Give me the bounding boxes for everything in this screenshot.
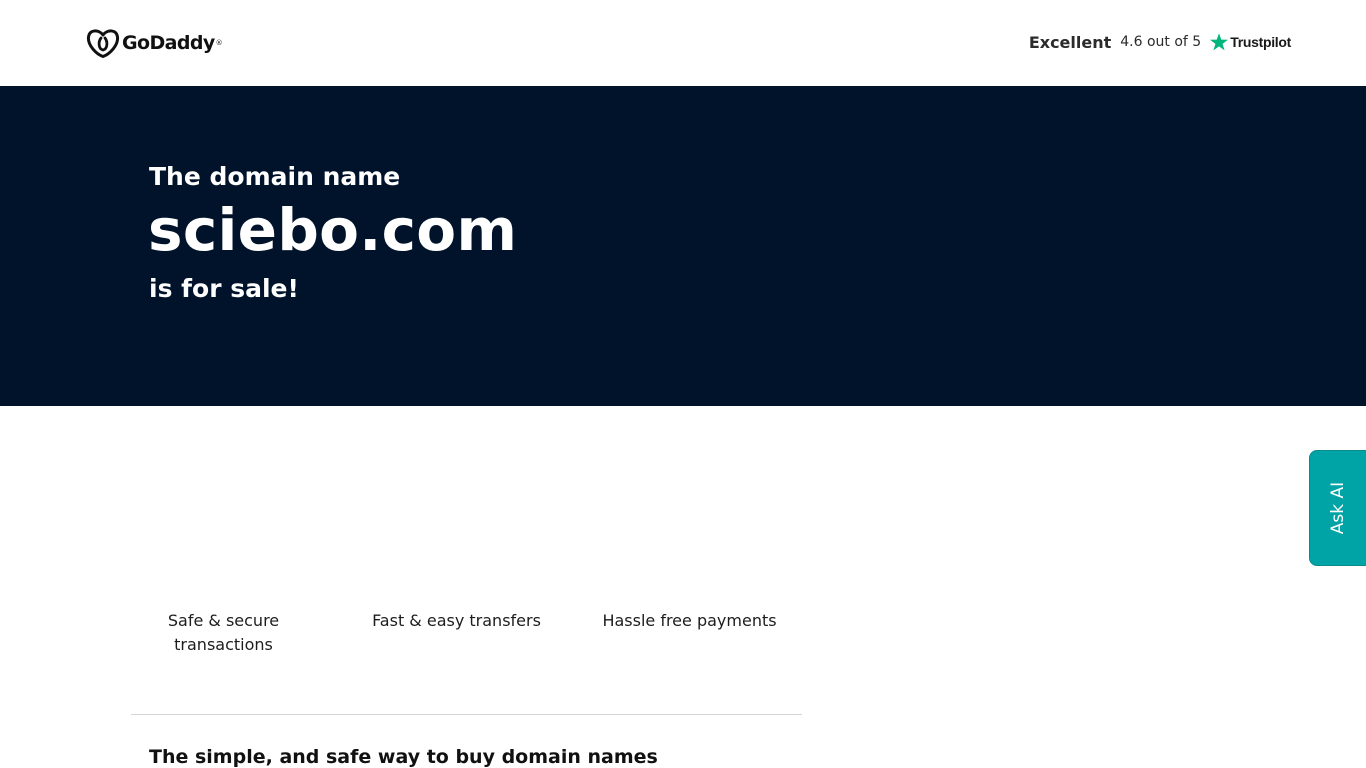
info-heading: The simple, and safe way to buy domain n… xyxy=(149,746,658,768)
domain-name-title: sciebo.com xyxy=(148,196,518,264)
rating-label: Excellent xyxy=(1028,32,1112,52)
ask-ai-label: Ask AI xyxy=(1328,481,1348,535)
trustpilot-logo: Trustpilot xyxy=(1209,32,1291,52)
feature-hassle-free-payments: Hassle free payments xyxy=(602,611,777,630)
rating-score: 4.6 out of 5 xyxy=(1120,34,1202,50)
trustpilot-rating[interactable]: Excellent 4.6 out of 5 Trustpilot xyxy=(1029,30,1291,54)
godaddy-logo-icon xyxy=(86,29,120,58)
feature-list: Safe & secure transactions Fast & easy t… xyxy=(130,609,802,657)
section-divider xyxy=(131,714,802,715)
star-icon xyxy=(1210,33,1229,51)
logo-wordmark: GoDaddy xyxy=(122,32,215,54)
logo-trademark: ® xyxy=(215,39,223,47)
trustpilot-brand: Trustpilot xyxy=(1230,34,1291,50)
ask-ai-button[interactable]: Ask AI xyxy=(1309,450,1366,566)
godaddy-logo[interactable]: GoDaddy ® xyxy=(86,28,223,58)
for-sale-text: is for sale! xyxy=(149,274,299,303)
hero-banner: The domain name sciebo.com is for sale! xyxy=(0,86,1366,406)
hero-intro-text: The domain name xyxy=(149,162,401,191)
site-header: GoDaddy ® Excellent 4.6 out of 5 Trustpil… xyxy=(0,0,1366,86)
feature-fast-transfers: Fast & easy transfers xyxy=(372,611,541,630)
feature-safe-secure: Safe & secure transactions xyxy=(167,611,280,654)
